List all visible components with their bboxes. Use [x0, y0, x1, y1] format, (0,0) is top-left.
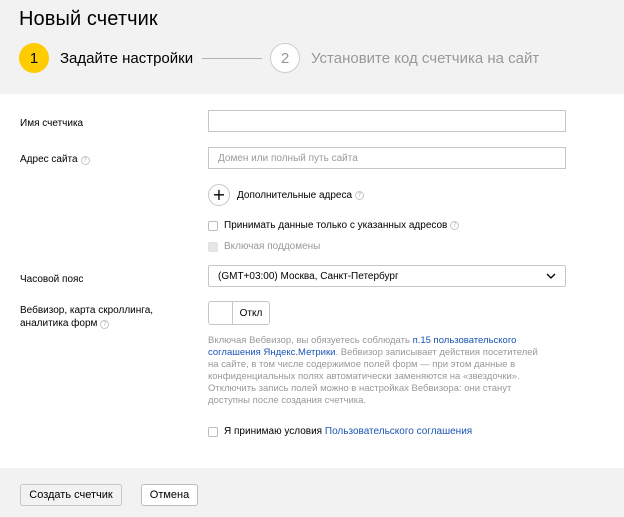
only-listed-checkbox[interactable] [208, 220, 218, 231]
toggle-label: Откл [239, 307, 263, 319]
step-1-number: 1 [19, 43, 49, 73]
question-icon[interactable]: ? [80, 156, 90, 165]
webvisor-label-line1: Вебвизор, карта скроллинга, [20, 305, 154, 316]
question-icon[interactable]: ? [450, 221, 460, 230]
step-1: 1 Задайте настройки [19, 43, 193, 73]
webvisor-label-line2: аналитика форм [20, 318, 98, 329]
webvisor-description: Включая Вебвизор, вы обязуетесь соблюдат… [208, 335, 548, 407]
question-icon[interactable]: ? [100, 320, 110, 329]
only-listed-label: Принимать данные только с указанных адре… [224, 220, 448, 231]
page-header: Новый счетчик 1 Задайте настройки 2 Уста… [0, 0, 624, 94]
agreement-checkbox[interactable] [208, 426, 218, 437]
user-agreement-link[interactable]: Пользовательского соглашения [325, 426, 472, 437]
step-divider [202, 58, 262, 59]
timezone-value: (GMT+03:00) Москва, Санкт-Петербург [218, 270, 399, 282]
subdomains-label: Включая поддомены [224, 241, 321, 252]
webvisor-label-line2-row: аналитика форм? [20, 317, 153, 330]
chevron-down-icon [546, 273, 556, 279]
step-2-label: Установите код счетчика на сайт [311, 49, 540, 67]
site-address-label-row: Адрес сайта? [20, 153, 90, 166]
site-address-input[interactable]: Домен или полный путь сайта [208, 147, 566, 169]
webvisor-label: Вебвизор, карта скроллинга, аналитика фо… [20, 304, 153, 330]
timezone-select[interactable]: (GMT+03:00) Москва, Санкт-Петербург [208, 265, 566, 287]
counter-name-label: Имя счетчика [20, 118, 84, 129]
add-addresses-button[interactable]: + Дополнительные адреса ? [208, 184, 365, 206]
page-title: Новый счетчик [19, 8, 158, 30]
create-counter-button[interactable]: Создать счетчик [20, 484, 122, 506]
webvisor-toggle[interactable]: Откл [208, 301, 270, 325]
step-2[interactable]: 2 Установите код счетчика на сайт [270, 43, 539, 73]
step-1-label: Задайте настройки [60, 49, 194, 67]
agreement-text: Я принимаю условия [224, 426, 323, 437]
question-icon[interactable]: ? [355, 190, 365, 200]
only-listed-checkbox-row[interactable]: Принимать данные только с указанных адре… [208, 220, 460, 231]
step-2-number: 2 [270, 43, 300, 73]
agreement-checkbox-row[interactable]: Я принимаю условия Пользовательского сог… [208, 426, 472, 437]
plus-icon: + [208, 184, 230, 206]
add-addresses-label: Дополнительные адреса [237, 189, 353, 201]
timezone-label: Часовой пояс [20, 274, 84, 285]
subdomains-checkbox [208, 241, 218, 252]
counter-name-input[interactable] [208, 110, 566, 132]
description-text-1: Включая Вебвизор, вы обязуетесь соблюдат… [208, 335, 413, 346]
site-address-label: Адрес сайта [20, 154, 78, 165]
toggle-knob [209, 302, 233, 324]
subdomains-checkbox-row: Включая поддомены [208, 241, 320, 252]
cancel-button[interactable]: Отмена [141, 484, 198, 506]
